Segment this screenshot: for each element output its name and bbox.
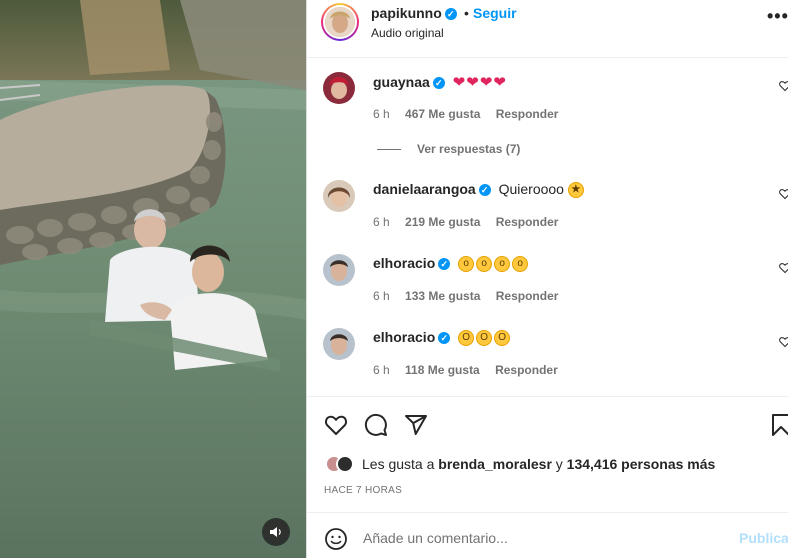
astonished-emoji-icon: o bbox=[494, 256, 511, 273]
astonished-emoji-icon: o bbox=[458, 256, 475, 273]
verified-icon: ✓ bbox=[432, 77, 445, 90]
commenter-avatar[interactable] bbox=[323, 328, 355, 360]
comment-username-text[interactable]: elhoracio bbox=[373, 329, 435, 345]
starstruck-emoji-icon: ★ bbox=[567, 182, 584, 199]
audio-link[interactable]: Audio original bbox=[371, 26, 444, 40]
reply-button[interactable]: Responder bbox=[496, 107, 559, 121]
commenter-avatar[interactable] bbox=[323, 180, 355, 212]
comment-likes[interactable]: 118 Me gusta bbox=[405, 363, 480, 377]
reply-button[interactable]: Responder bbox=[496, 289, 559, 303]
comment-likes[interactable]: 467 Me gusta bbox=[405, 107, 480, 121]
more-options-icon[interactable]: ••• bbox=[767, 6, 788, 27]
author-username-text[interactable]: papikunno bbox=[371, 5, 442, 21]
likes-user[interactable]: brenda_moralesr bbox=[438, 456, 552, 472]
reply-button[interactable]: Responder bbox=[495, 363, 558, 377]
commenter-photo bbox=[323, 72, 355, 104]
verified-icon: ✓ bbox=[438, 332, 451, 345]
comment-meta: 6 h 118 Me gusta Responder bbox=[373, 363, 570, 377]
post-timestamp[interactable]: HACE 7 HORAS bbox=[324, 485, 402, 496]
share-send-icon[interactable] bbox=[404, 413, 428, 437]
comment-username[interactable]: guaynaa ✓ ❤❤❤❤ bbox=[373, 73, 507, 91]
follow-button[interactable]: Seguir bbox=[473, 5, 517, 21]
commenter-photo bbox=[323, 254, 355, 286]
comment-username-text[interactable]: guaynaa bbox=[373, 74, 430, 90]
like-comment-icon[interactable] bbox=[779, 188, 788, 200]
comment-meta: 6 h 219 Me gusta Responder bbox=[373, 215, 570, 229]
scream-emoji-icon: O bbox=[494, 330, 511, 347]
author-photo bbox=[325, 7, 355, 37]
comment-time: 6 h bbox=[373, 107, 390, 121]
commenter-avatar[interactable] bbox=[323, 72, 355, 104]
scream-emoji-icon: O bbox=[458, 330, 475, 347]
mute-button[interactable] bbox=[262, 518, 290, 546]
video-frame bbox=[0, 0, 306, 558]
comment-username[interactable]: elhoracio ✓ OOO bbox=[373, 329, 512, 347]
add-comment-bar: Publicar bbox=[307, 512, 788, 558]
comment-time: 6 h bbox=[373, 363, 390, 377]
comment-username[interactable]: danielaarangoa ✓ Quieroooo ★ bbox=[373, 181, 586, 199]
author-avatar[interactable] bbox=[321, 3, 359, 41]
comment-text: ❤❤❤❤ bbox=[452, 74, 507, 91]
author-username[interactable]: papikunno ✓ bbox=[371, 5, 457, 21]
verified-icon: ✓ bbox=[444, 8, 457, 21]
comment-emojis: OOO bbox=[458, 329, 512, 347]
comment-bubble-icon[interactable] bbox=[364, 413, 388, 437]
scream-emoji-icon: O bbox=[476, 330, 493, 347]
comment-time: 6 h bbox=[373, 289, 390, 303]
comment-username-text[interactable]: elhoracio bbox=[373, 255, 435, 271]
like-comment-icon[interactable] bbox=[779, 80, 788, 92]
verified-icon: ✓ bbox=[478, 184, 491, 197]
comment-meta: 6 h 133 Me gusta Responder bbox=[373, 289, 570, 303]
comment-emojis: oooo bbox=[458, 255, 530, 273]
comment-likes[interactable]: 133 Me gusta bbox=[405, 289, 480, 303]
post-video[interactable] bbox=[0, 0, 306, 558]
reply-button[interactable]: Responder bbox=[496, 215, 559, 229]
astonished-emoji-icon: o bbox=[512, 256, 529, 273]
comment-text: Quieroooo bbox=[498, 181, 564, 197]
liker-avatar[interactable] bbox=[336, 455, 354, 473]
save-bookmark-icon[interactable] bbox=[769, 413, 788, 437]
likes-count[interactable]: 134,416 personas más bbox=[567, 456, 716, 472]
commenter-avatar[interactable] bbox=[323, 254, 355, 286]
like-comment-icon[interactable] bbox=[779, 336, 788, 348]
view-replies-button[interactable]: Ver respuestas (7) bbox=[377, 142, 520, 156]
commenter-photo bbox=[323, 180, 355, 212]
publish-button[interactable]: Publicar bbox=[739, 530, 788, 546]
separator-dot: • bbox=[464, 5, 469, 21]
comment-username[interactable]: elhoracio ✓ oooo bbox=[373, 255, 530, 273]
comment-likes[interactable]: 219 Me gusta bbox=[405, 215, 480, 229]
speaker-icon bbox=[270, 527, 281, 537]
commenter-photo bbox=[323, 328, 355, 360]
likes-summary: Les gusta a brenda_moralesr y 134,416 pe… bbox=[325, 455, 715, 473]
like-heart-icon[interactable] bbox=[324, 413, 348, 437]
view-replies-label[interactable]: Ver respuestas (7) bbox=[417, 142, 520, 156]
verified-icon: ✓ bbox=[438, 258, 451, 271]
post-details-panel: papikunno ✓ • Seguir Audio original ••• g… bbox=[306, 0, 788, 558]
post-header: papikunno ✓ • Seguir Audio original ••• bbox=[307, 0, 788, 58]
likes-connector: y bbox=[555, 456, 563, 472]
astonished-emoji-icon: o bbox=[476, 256, 493, 273]
comment-meta: 6 h 467 Me gusta Responder bbox=[373, 107, 570, 121]
comment-time: 6 h bbox=[373, 215, 390, 229]
likes-prefix: Les gusta a bbox=[362, 456, 435, 472]
comment-input[interactable] bbox=[363, 527, 723, 549]
replies-line bbox=[377, 148, 401, 150]
emoji-picker-icon[interactable] bbox=[324, 527, 348, 551]
like-comment-icon[interactable] bbox=[779, 262, 788, 274]
comment-username-text[interactable]: danielaarangoa bbox=[373, 181, 476, 197]
